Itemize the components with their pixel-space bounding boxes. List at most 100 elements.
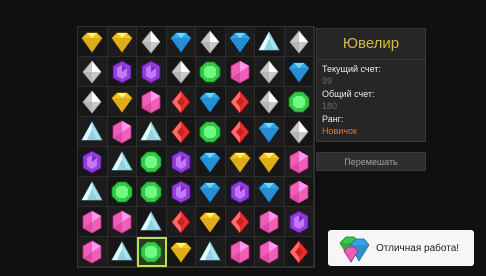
board-cell[interactable] bbox=[196, 147, 226, 177]
pink-gem-icon bbox=[256, 209, 282, 235]
pink-gem-icon bbox=[79, 209, 105, 235]
board-cell[interactable] bbox=[284, 177, 314, 207]
pink-gem-icon bbox=[227, 239, 253, 265]
board-cell[interactable] bbox=[107, 57, 137, 87]
board-cell[interactable] bbox=[284, 117, 314, 147]
board-cell[interactable] bbox=[107, 177, 137, 207]
board-cell[interactable] bbox=[107, 207, 137, 237]
board-cell[interactable] bbox=[107, 237, 137, 267]
rank-label: Ранг: bbox=[322, 114, 344, 124]
board-cell[interactable] bbox=[284, 147, 314, 177]
board-cell[interactable] bbox=[225, 147, 255, 177]
board-cell[interactable] bbox=[196, 87, 226, 117]
board-cell[interactable] bbox=[107, 147, 137, 177]
board-cell[interactable] bbox=[137, 57, 167, 87]
board-cell[interactable] bbox=[78, 237, 108, 267]
board-cell[interactable] bbox=[166, 117, 196, 147]
board-cell[interactable] bbox=[196, 207, 226, 237]
board-cell[interactable] bbox=[255, 147, 285, 177]
board-cell[interactable] bbox=[255, 87, 285, 117]
board-cell[interactable] bbox=[225, 117, 255, 147]
board-cell[interactable] bbox=[137, 207, 167, 237]
red-gem-icon bbox=[168, 119, 194, 145]
cyan-gem-icon bbox=[138, 209, 164, 235]
cyan-gem-icon bbox=[197, 239, 223, 265]
board-cell[interactable] bbox=[166, 87, 196, 117]
board-cell[interactable] bbox=[255, 57, 285, 87]
board-cell[interactable] bbox=[255, 207, 285, 237]
board-cell[interactable] bbox=[166, 177, 196, 207]
board-cell[interactable] bbox=[196, 57, 226, 87]
board-cell[interactable] bbox=[225, 177, 255, 207]
board-cell[interactable] bbox=[225, 237, 255, 267]
board-cell[interactable] bbox=[166, 237, 196, 267]
board-cell[interactable] bbox=[78, 147, 108, 177]
board-cell[interactable] bbox=[196, 27, 226, 57]
silver-gem-icon bbox=[197, 29, 223, 55]
red-gem-icon bbox=[286, 239, 312, 265]
game-screen: Ювелир Текущий счет: 99 Общий счет: 180 … bbox=[0, 0, 486, 276]
board-cell[interactable] bbox=[255, 27, 285, 57]
yellow-gem-icon bbox=[168, 239, 194, 265]
red-gem-icon bbox=[168, 209, 194, 235]
board-cell[interactable] bbox=[78, 27, 108, 57]
board-cell[interactable] bbox=[284, 237, 314, 267]
board-cell[interactable] bbox=[284, 57, 314, 87]
gem-board[interactable] bbox=[77, 26, 315, 268]
board-cell[interactable] bbox=[255, 177, 285, 207]
board-cell[interactable] bbox=[166, 207, 196, 237]
board-cell[interactable] bbox=[225, 207, 255, 237]
blue-gem-icon bbox=[256, 179, 282, 205]
board-cell[interactable] bbox=[284, 27, 314, 57]
board-cell[interactable] bbox=[255, 237, 285, 267]
green-gem-icon bbox=[286, 89, 312, 115]
red-gem-icon bbox=[168, 89, 194, 115]
cyan-gem-icon bbox=[256, 29, 282, 55]
board-cell[interactable] bbox=[284, 87, 314, 117]
board-cell[interactable] bbox=[284, 207, 314, 237]
board-cell[interactable] bbox=[78, 57, 108, 87]
board-cell[interactable] bbox=[166, 147, 196, 177]
board-cell[interactable] bbox=[107, 27, 137, 57]
board-cell[interactable] bbox=[107, 87, 137, 117]
board-cell[interactable] bbox=[78, 177, 108, 207]
board-cell[interactable] bbox=[225, 87, 255, 117]
board-cell[interactable] bbox=[137, 237, 167, 267]
score-panel: Ювелир Текущий счет: 99 Общий счет: 180 … bbox=[316, 28, 426, 142]
board-cell[interactable] bbox=[166, 27, 196, 57]
blue-gem-icon bbox=[197, 89, 223, 115]
board-cell[interactable] bbox=[137, 147, 167, 177]
board-cell[interactable] bbox=[137, 27, 167, 57]
pink-gem-icon bbox=[227, 59, 253, 85]
silver-gem-icon bbox=[168, 59, 194, 85]
board-cell[interactable] bbox=[78, 87, 108, 117]
green-gem-icon bbox=[138, 149, 164, 175]
board-cell[interactable] bbox=[196, 117, 226, 147]
shuffle-button[interactable]: Перемешать bbox=[316, 152, 426, 171]
blue-gem-icon bbox=[227, 29, 253, 55]
board-cell[interactable] bbox=[196, 177, 226, 207]
cyan-gem-icon bbox=[79, 119, 105, 145]
purple-gem-icon bbox=[168, 179, 194, 205]
board-cell[interactable] bbox=[78, 117, 108, 147]
board-cell[interactable] bbox=[137, 117, 167, 147]
board-cell[interactable] bbox=[225, 57, 255, 87]
silver-gem-icon bbox=[286, 119, 312, 145]
cyan-gem-icon bbox=[138, 119, 164, 145]
board-cell[interactable] bbox=[225, 27, 255, 57]
red-gem-icon bbox=[227, 119, 253, 145]
board-cell[interactable] bbox=[137, 177, 167, 207]
score-panel-body: Текущий счет: 99 Общий счет: 180 Ранг: Н… bbox=[317, 60, 425, 141]
green-gem-icon bbox=[138, 239, 164, 265]
cyan-gem-icon bbox=[109, 239, 135, 265]
board-cell[interactable] bbox=[196, 237, 226, 267]
pink-gem-icon bbox=[109, 119, 135, 145]
board-cell[interactable] bbox=[166, 57, 196, 87]
silver-gem-icon bbox=[286, 29, 312, 55]
board-cell[interactable] bbox=[137, 87, 167, 117]
purple-gem-icon bbox=[138, 59, 164, 85]
current-score-value: 99 bbox=[322, 76, 333, 86]
board-cell[interactable] bbox=[107, 117, 137, 147]
board-cell[interactable] bbox=[78, 207, 108, 237]
board-cell[interactable] bbox=[255, 117, 285, 147]
